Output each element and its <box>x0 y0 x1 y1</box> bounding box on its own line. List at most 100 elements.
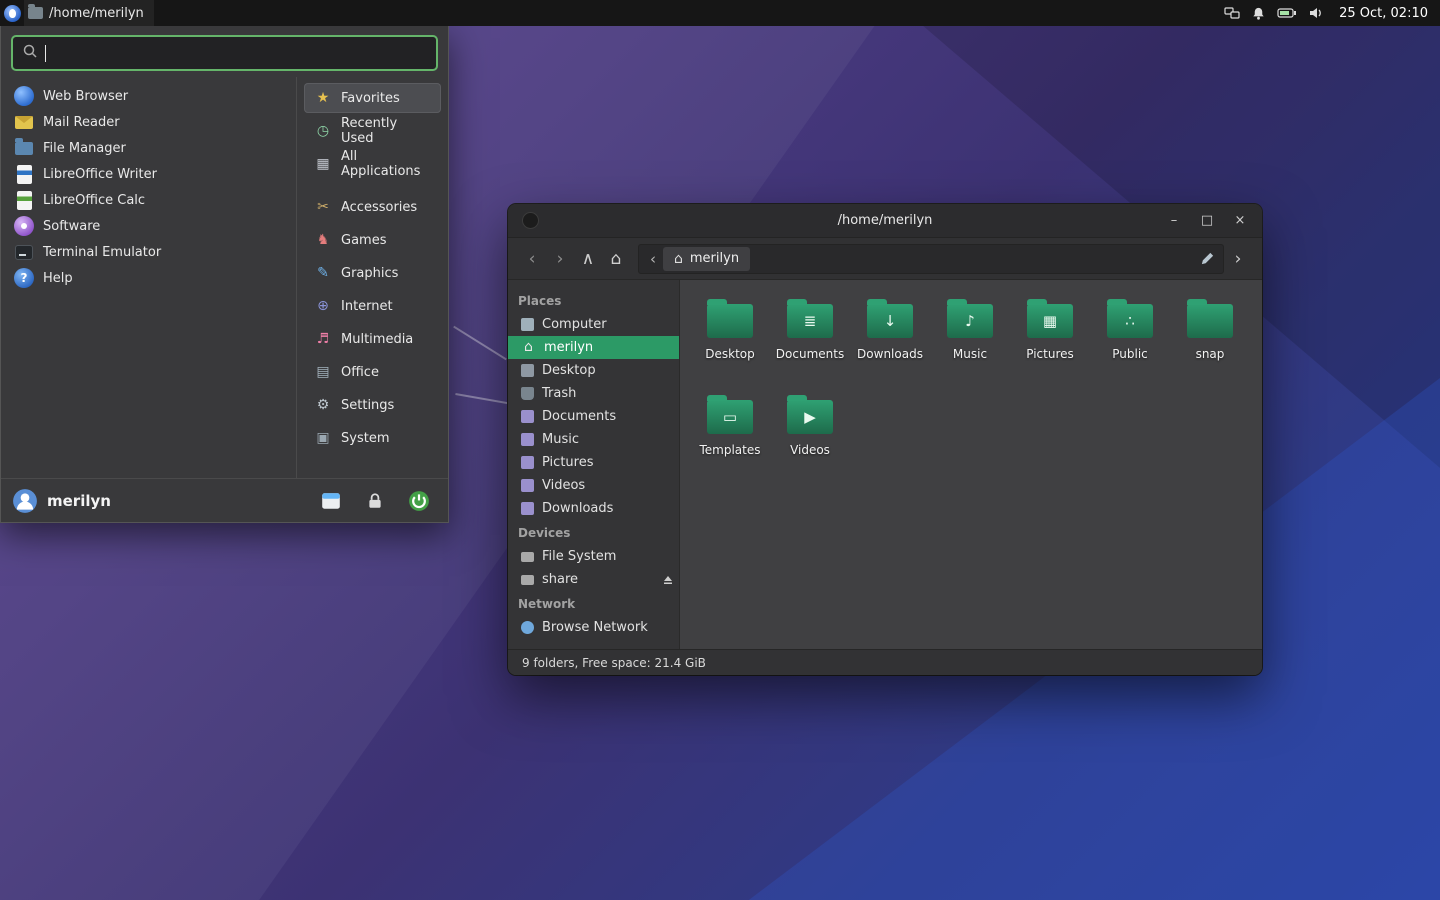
clock-icon: ◷ <box>314 122 332 140</box>
folder-label: Public <box>1112 347 1148 361</box>
logout-button[interactable] <box>407 489 431 513</box>
folder-icon <box>1187 304 1233 338</box>
notifications-bell-icon[interactable] <box>1251 6 1266 21</box>
music-folder-icon <box>521 433 534 446</box>
network-icon[interactable] <box>1224 5 1240 21</box>
whisker-menu-button[interactable] <box>0 1 24 25</box>
folder-documents[interactable]: ≣ Documents <box>770 292 850 388</box>
up-button[interactable]: ∧ <box>574 245 602 273</box>
category-system[interactable]: ▣ System <box>304 423 441 453</box>
sidebar-item-videos[interactable]: Videos <box>508 474 679 497</box>
file-manager-window: /home/merilyn – □ × ‹ › ∧ ⌂ ‹ ⌂ merilyn … <box>508 204 1262 675</box>
path-scroll-right-icon[interactable]: › <box>1224 245 1252 273</box>
close-button[interactable]: × <box>1228 209 1252 233</box>
internet-icon: ⊕ <box>314 297 332 315</box>
sidebar-item-browse-network[interactable]: Browse Network <box>508 616 679 639</box>
folder-pictures[interactable]: ▦ Pictures <box>1010 292 1090 388</box>
category-internet[interactable]: ⊕ Internet <box>304 291 441 321</box>
folder-desktop[interactable]: Desktop <box>690 292 770 388</box>
folder-icon: ↓ <box>867 304 913 338</box>
sidebar-item-downloads[interactable]: Downloads <box>508 497 679 520</box>
eject-icon[interactable] <box>663 575 673 585</box>
menu-app-software[interactable]: Software <box>1 213 296 239</box>
software-icon <box>14 216 34 236</box>
settings-gear-icon: ⚙ <box>314 396 332 414</box>
category-favorites[interactable]: ★ Favorites <box>304 83 441 113</box>
category-settings[interactable]: ⚙ Settings <box>304 390 441 420</box>
folder-snap[interactable]: snap <box>1170 292 1250 388</box>
folder-videos[interactable]: ▶ Videos <box>770 388 850 484</box>
menu-app-help[interactable]: ? Help <box>1 265 296 291</box>
category-office[interactable]: ▤ Office <box>304 357 441 387</box>
edit-path-pencil-icon[interactable] <box>1195 247 1219 271</box>
folder-icon: ∴ <box>1107 304 1153 338</box>
category-all-applications[interactable]: ▦ All Applications <box>304 149 441 179</box>
menu-app-file-manager[interactable]: File Manager <box>1 135 296 161</box>
downloads-folder-icon <box>521 502 534 515</box>
volume-icon[interactable] <box>1308 5 1324 21</box>
calc-document-icon <box>17 191 32 210</box>
home-icon: ⌂ <box>521 341 536 354</box>
menu-footer: merilyn <box>1 478 448 522</box>
network-header: Network <box>508 591 679 616</box>
folder-label: Desktop <box>705 347 755 361</box>
sidebar-item-music[interactable]: Music <box>508 428 679 451</box>
category-games[interactable]: ♞ Games <box>304 225 441 255</box>
sidebar-item-documents[interactable]: Documents <box>508 405 679 428</box>
web-browser-icon <box>14 86 34 106</box>
sidebar-item-file-system[interactable]: File System <box>508 545 679 568</box>
panel-clock[interactable]: 25 Oct, 02:10 <box>1339 6 1428 21</box>
menu-app-label: Software <box>43 219 100 234</box>
all-settings-button[interactable] <box>319 489 343 513</box>
category-multimedia[interactable]: ♬ Multimedia <box>304 324 441 354</box>
folder-downloads[interactable]: ↓ Downloads <box>850 292 930 388</box>
folder-icon <box>15 142 33 155</box>
window-menu-icon[interactable] <box>522 212 539 229</box>
sidebar-item-desktop[interactable]: Desktop <box>508 359 679 382</box>
sidebar-item-label: Documents <box>542 409 616 424</box>
file-list-view[interactable]: Desktop ≣ Documents ↓ Downloads ♪ Music … <box>680 280 1262 649</box>
minimize-button[interactable]: – <box>1162 209 1186 233</box>
sidebar-item-share[interactable]: share <box>508 568 679 591</box>
menu-app-label: Web Browser <box>43 89 128 104</box>
sidebar-item-merilyn[interactable]: ⌂ merilyn <box>508 336 679 359</box>
window-titlebar[interactable]: /home/merilyn – □ × <box>508 204 1262 238</box>
forward-button[interactable]: › <box>546 245 574 273</box>
text-caret <box>45 45 46 62</box>
home-button[interactable]: ⌂ <box>602 245 630 273</box>
back-button[interactable]: ‹ <box>518 245 546 273</box>
user-avatar[interactable] <box>12 488 38 514</box>
folder-label: snap <box>1196 347 1225 361</box>
folder-music[interactable]: ♪ Music <box>930 292 1010 388</box>
category-accessories[interactable]: ✂ Accessories <box>304 192 441 222</box>
video-emblem-icon: ▶ <box>804 410 816 425</box>
battery-icon[interactable] <box>1277 7 1297 19</box>
taskbar-window-button[interactable]: /home/merilyn <box>24 0 154 26</box>
sidebar-item-label: Downloads <box>542 501 613 516</box>
menu-app-terminal-emulator[interactable]: Terminal Emulator <box>1 239 296 265</box>
breadcrumb-label: merilyn <box>690 251 739 266</box>
lock-screen-button[interactable] <box>363 489 387 513</box>
office-icon: ▤ <box>314 363 332 381</box>
menu-search-box[interactable] <box>11 35 438 71</box>
writer-document-icon <box>17 165 32 184</box>
menu-app-label: Mail Reader <box>43 115 120 130</box>
category-graphics[interactable]: ✎ Graphics <box>304 258 441 288</box>
breadcrumb-merilyn[interactable]: ⌂ merilyn <box>663 247 750 271</box>
category-label: All Applications <box>341 149 431 179</box>
search-input[interactable] <box>50 45 427 61</box>
path-scroll-left-icon[interactable]: ‹ <box>643 250 663 268</box>
maximize-button[interactable]: □ <box>1195 209 1219 233</box>
sidebar-item-pictures[interactable]: Pictures <box>508 451 679 474</box>
sidebar-item-trash[interactable]: Trash <box>508 382 679 405</box>
menu-app-mail-reader[interactable]: Mail Reader <box>1 109 296 135</box>
top-panel: /home/merilyn 25 Oct, 02:10 <box>0 0 1440 26</box>
category-label: Graphics <box>341 266 398 281</box>
folder-public[interactable]: ∴ Public <box>1090 292 1170 388</box>
sidebar-item-computer[interactable]: Computer <box>508 313 679 336</box>
menu-app-libreoffice-writer[interactable]: LibreOffice Writer <box>1 161 296 187</box>
menu-app-libreoffice-calc[interactable]: LibreOffice Calc <box>1 187 296 213</box>
folder-templates[interactable]: ▭ Templates <box>690 388 770 484</box>
menu-app-web-browser[interactable]: Web Browser <box>1 83 296 109</box>
category-recently-used[interactable]: ◷ Recently Used <box>304 116 441 146</box>
